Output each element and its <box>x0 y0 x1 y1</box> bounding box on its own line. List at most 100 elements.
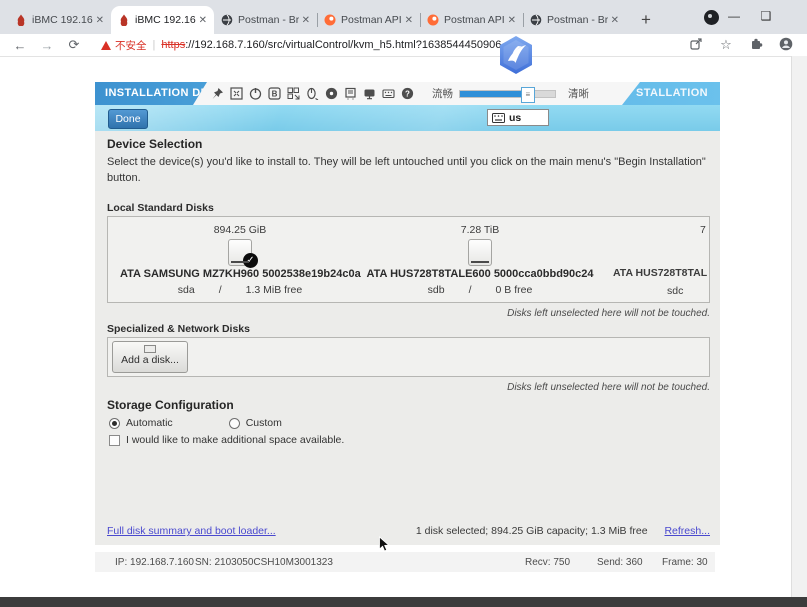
network-disks-panel: Add a disk... <box>107 337 710 377</box>
security-warning-icon[interactable] <box>101 41 111 50</box>
disk-icon: ✓ <box>228 239 252 266</box>
url-rest: ://192.168.7.160/src/virtualControl/kvm_… <box>185 39 501 51</box>
window-maximize-button[interactable]: ❑ <box>752 3 780 29</box>
soft-keyboard-icon[interactable] <box>382 87 395 100</box>
kvm-viewport: INSTALLATION DEST STALLATION B <box>95 82 720 545</box>
globe-favicon <box>221 14 233 26</box>
add-disk-icon <box>144 345 156 353</box>
security-warning-label[interactable]: 不安全 <box>115 38 147 53</box>
new-tab-button[interactable]: + <box>636 6 656 34</box>
tab-close-icon[interactable]: ✕ <box>508 15 516 26</box>
quality-slider-handle[interactable]: ≡ <box>521 87 535 103</box>
tab-close-icon[interactable]: ✕ <box>611 15 619 26</box>
tab-postman-browse-2[interactable]: Postman - Browse ✕ <box>523 6 626 34</box>
fullscreen-icon[interactable] <box>230 87 243 100</box>
ibmc-favicon <box>15 14 27 26</box>
tab-close-icon[interactable]: ✕ <box>199 15 207 26</box>
status-recv: Recv: 750 <box>525 557 570 568</box>
tabstrip-circle-button[interactable] <box>704 10 719 25</box>
local-disks-heading: Local Standard Disks <box>107 202 214 214</box>
disk-size: 7 <box>700 224 706 236</box>
keyboard-layout-value: us <box>509 112 521 124</box>
network-disks-heading: Specialized & Network Disks <box>107 323 250 335</box>
unselected-disks-note-2: Disks left unselected here will not be t… <box>507 382 710 393</box>
mouse-icon[interactable] <box>306 87 319 100</box>
disk-device: sda <box>178 284 195 296</box>
disk-name: ATA SAMSUNG MZ7KH960 5002538e19b24c0a <box>120 268 360 280</box>
screen: iBMC 192.168.7.16 ✕ iBMC 192.168.7.16 ✕ … <box>0 0 807 607</box>
disk-size: 894.25 GiB <box>120 224 360 236</box>
bookmark-star-icon[interactable]: ☆ <box>718 37 734 53</box>
installer-subheader-band: Done us <box>95 105 720 131</box>
disk-name: ATA HUS728T8TAL <box>613 267 707 279</box>
tab-ibmc-2-active[interactable]: iBMC 192.168.7.16 ✕ <box>111 6 214 34</box>
svg-text:?: ? <box>405 89 410 98</box>
kvm-toolbar: B <box>193 82 640 105</box>
status-sn: SN: 2103050CSH10M3001323 <box>195 557 333 568</box>
window-minimize-button[interactable]: — <box>720 3 748 29</box>
additional-space-row: I would like to make additional space av… <box>109 434 344 446</box>
screen-icon[interactable] <box>363 87 376 100</box>
full-disk-summary-link[interactable]: Full disk summary and boot loader... <box>107 525 276 537</box>
quality-slider-fill <box>460 91 528 97</box>
extensions-puzzle-icon[interactable] <box>748 37 764 53</box>
status-send: Send: 360 <box>597 557 643 568</box>
back-icon[interactable]: ← <box>13 38 27 53</box>
b-key-icon[interactable]: B <box>268 87 281 100</box>
mouse-cursor-icon <box>378 536 390 557</box>
record-icon[interactable] <box>325 87 338 100</box>
selection-summary: 1 disk selected; 894.25 GiB capacity; 1.… <box>416 525 648 537</box>
disk-sdb[interactable]: 7.28 TiB ATA HUS728T8TALE600 5000cca0bbd… <box>360 217 600 296</box>
done-button[interactable]: Done <box>108 109 148 129</box>
share-icon[interactable] <box>688 37 704 53</box>
device-selection-description: Select the device(s) you'd like to insta… <box>107 155 715 186</box>
device-selection-heading: Device Selection <box>107 137 202 151</box>
disk-detail-row: sda / 1.3 MiB free <box>120 284 360 296</box>
tab-title: iBMC 192.168.7.16 <box>135 14 196 26</box>
kvm-status-bar: IP: 192.168.7.160 SN: 2103050CSH10M30013… <box>95 552 715 572</box>
additional-space-checkbox[interactable] <box>109 435 120 446</box>
capture-icon[interactable] <box>344 87 357 100</box>
tab-ibmc-1[interactable]: iBMC 192.168.7.16 ✕ <box>8 6 111 34</box>
installer-title-right: STALLATION <box>636 87 708 99</box>
postman-favicon <box>324 14 336 26</box>
power-icon[interactable] <box>249 87 262 100</box>
profile-avatar-icon[interactable] <box>778 37 794 53</box>
tab-close-icon[interactable]: ✕ <box>405 15 413 26</box>
tab-postman-api-1[interactable]: Postman API Platfo ✕ <box>317 6 420 34</box>
browser-address-bar: ← → ⟳ 不安全 | https://192.168.7.160/src/vi… <box>0 34 807 57</box>
radio-automatic-label: Automatic <box>126 417 173 429</box>
radio-automatic[interactable] <box>109 418 120 429</box>
disk-free: 0 B free <box>496 284 533 296</box>
add-disk-button[interactable]: Add a disk... <box>112 341 188 373</box>
ibmc-favicon <box>118 14 130 26</box>
svg-text:B: B <box>272 90 278 99</box>
tab-title: Postman - Browse <box>238 14 299 26</box>
globe-favicon <box>530 14 542 26</box>
quality-slider[interactable]: ≡ <box>459 90 556 98</box>
tab-close-icon[interactable]: ✕ <box>96 15 104 26</box>
additional-space-label: I would like to make additional space av… <box>126 434 344 446</box>
installer-header-band: INSTALLATION DEST STALLATION B <box>95 82 720 105</box>
pin-icon[interactable] <box>211 87 224 100</box>
tab-postman-api-2[interactable]: Postman API Platfo ✕ <box>420 6 523 34</box>
reload-icon[interactable]: ⟳ <box>67 37 81 53</box>
disk-name: ATA HUS728T8TALE600 5000cca0bbd90c24 <box>360 268 600 280</box>
status-ip: IP: 192.168.7.160 <box>115 557 194 568</box>
tab-postman-browse-1[interactable]: Postman - Browse ✕ <box>214 6 317 34</box>
disk-sda[interactable]: 894.25 GiB ✓ ATA SAMSUNG MZ7KH960 500253… <box>120 217 360 296</box>
thunder-download-icon[interactable] <box>497 35 535 73</box>
unselected-disks-note: Disks left unselected here will not be t… <box>507 308 710 319</box>
radio-custom[interactable] <box>229 418 240 429</box>
tab-close-icon[interactable]: ✕ <box>302 15 310 26</box>
local-disks-panel: 894.25 GiB ✓ ATA SAMSUNG MZ7KH960 500253… <box>107 216 710 303</box>
refresh-link[interactable]: Refresh... <box>664 525 710 537</box>
keyboard-layout-selector[interactable]: us <box>487 109 549 126</box>
radio-custom-label: Custom <box>246 417 282 429</box>
url-text[interactable]: https://192.168.7.160/src/virtualControl… <box>161 39 501 51</box>
key-macro-icon[interactable] <box>287 87 300 100</box>
help-icon[interactable]: ? <box>401 87 414 100</box>
forward-icon[interactable]: → <box>40 38 54 53</box>
disk-icon <box>468 239 492 266</box>
keyboard-icon <box>492 113 505 123</box>
